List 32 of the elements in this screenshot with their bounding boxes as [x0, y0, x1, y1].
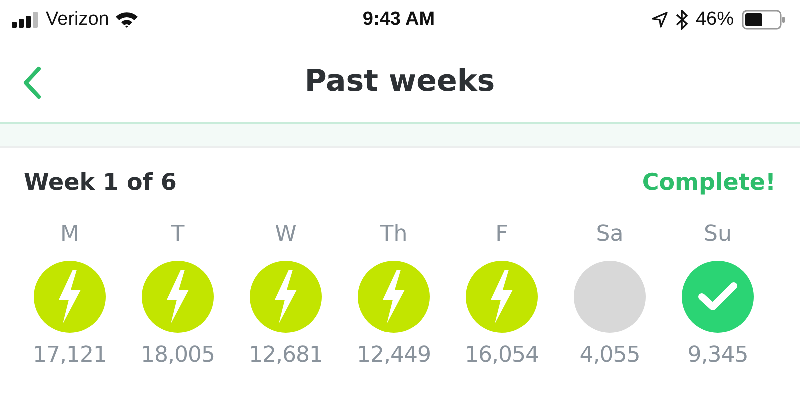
step-count: 17,121: [33, 343, 107, 368]
day-label: Su: [704, 222, 732, 247]
step-count: 16,054: [465, 343, 539, 368]
lightning-icon: [381, 270, 407, 324]
day-label: W: [275, 222, 297, 247]
step-count: 4,055: [580, 343, 640, 368]
location-arrow-icon: [652, 12, 668, 28]
step-count: 18,005: [141, 343, 215, 368]
week-title: Week 1 of 6: [24, 170, 177, 196]
wifi-icon: [115, 11, 140, 29]
lightning-icon: [57, 270, 83, 324]
step-count: 9,345: [688, 343, 748, 368]
signal-icon: [12, 12, 40, 28]
carrier-name: Verizon: [46, 9, 110, 31]
step-count: 12,681: [249, 343, 323, 368]
lightning-icon: [489, 270, 515, 324]
clock-time: 9:43 AM: [362, 9, 436, 31]
battery-icon: [742, 10, 786, 30]
lightning-icon: [273, 270, 299, 324]
week-status: Complete!: [642, 170, 776, 196]
checkmark-icon: [698, 282, 738, 312]
chevron-left-icon: [22, 66, 42, 100]
day-label: T: [171, 222, 185, 247]
day-label: M: [60, 222, 80, 247]
day-label: Sa: [596, 222, 624, 247]
lightning-icon: [165, 270, 191, 324]
bluetooth-icon: [676, 10, 688, 30]
day-label: F: [496, 222, 508, 247]
step-count: 12,449: [357, 343, 431, 368]
day-label: Th: [380, 222, 408, 247]
page-title: Past weeks: [304, 64, 496, 98]
battery-percent: 46%: [696, 9, 734, 31]
